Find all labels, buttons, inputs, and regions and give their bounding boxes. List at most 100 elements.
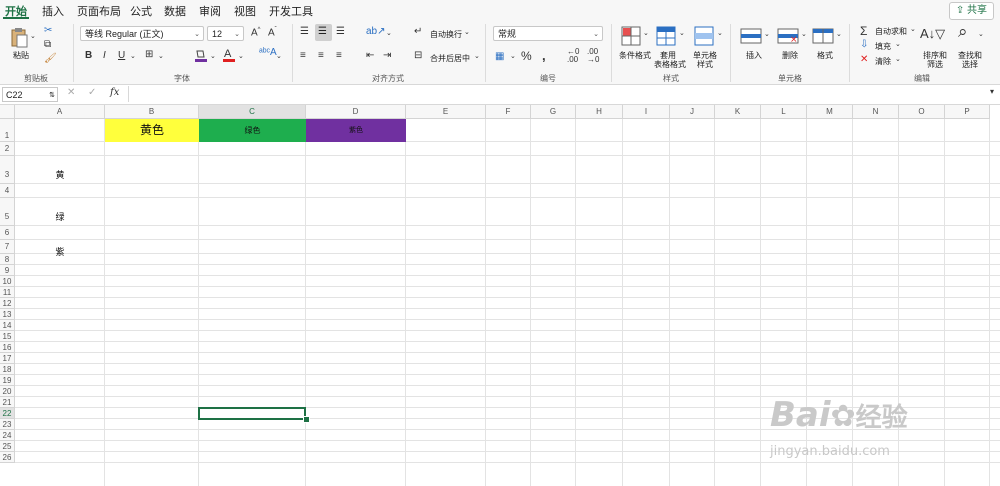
delete-cells-icon[interactable]: × [777, 28, 799, 45]
italic-icon[interactable]: I [103, 50, 106, 61]
tab-developer[interactable]: 开发工具 [269, 3, 313, 19]
cell-styles-label-1[interactable]: 单元格 [693, 51, 717, 60]
selected-cell-outline[interactable] [198, 407, 306, 420]
chevron-down-icon[interactable]: ⌄ [717, 29, 723, 37]
paste-dropdown-icon[interactable]: ⌄ [30, 32, 36, 40]
chevron-down-icon[interactable]: ⌄ [978, 30, 984, 38]
decrease-decimal-icon[interactable]: .00 →0 [587, 48, 599, 64]
border-icon[interactable]: ⊞ [145, 49, 153, 60]
column-header-j[interactable]: J [670, 105, 715, 119]
column-header-e[interactable]: E [406, 105, 486, 119]
column-header-b[interactable]: B [105, 105, 199, 119]
chevron-down-icon[interactable]: ⌄ [130, 52, 136, 60]
wrap-text-label[interactable]: 自动换行 [430, 30, 462, 39]
cell-styles-label-2[interactable]: 样式 [697, 60, 713, 69]
insert-cells-icon[interactable] [740, 28, 762, 44]
cell-a7[interactable]: 紫 [15, 240, 105, 257]
sort-filter-label-2[interactable]: 筛选 [927, 60, 943, 69]
column-header-h[interactable]: H [576, 105, 623, 119]
function-icon[interactable]: fx [110, 87, 119, 98]
chevron-down-icon[interactable]: ⌄ [836, 30, 842, 38]
chevron-down-icon[interactable]: ⌄ [386, 29, 392, 37]
row-header-21[interactable]: 21 [0, 397, 15, 408]
row-header-11[interactable]: 11 [0, 287, 15, 298]
column-header-f[interactable]: F [486, 105, 531, 119]
autosum-label[interactable]: 自动求和 [875, 27, 907, 36]
increase-decimal-icon[interactable]: ←0.00 [567, 48, 579, 64]
chevron-down-icon[interactable]: ⌄ [679, 29, 685, 37]
row-header-1[interactable]: 1 [0, 119, 15, 142]
fill-color-icon[interactable] [194, 48, 208, 63]
chevron-down-icon[interactable]: ⌄ [510, 52, 516, 60]
chevron-down-icon[interactable]: ⌄ [895, 40, 901, 48]
row-header-15[interactable]: 15 [0, 331, 15, 342]
tab-page-layout[interactable]: 页面布局 [77, 3, 121, 19]
row-header-6[interactable]: 6 [0, 226, 15, 240]
tab-data[interactable]: 数据 [164, 3, 186, 19]
column-header-a[interactable]: A [15, 105, 105, 119]
clear-icon[interactable]: ✕ [860, 54, 868, 65]
cell-b1[interactable]: 黄色 [105, 119, 199, 142]
chevron-down-icon[interactable]: ⌄ [895, 55, 901, 63]
increase-indent-icon[interactable]: ⇥ [383, 50, 391, 61]
underline-icon[interactable]: U [118, 50, 125, 61]
expand-formula-icon[interactable]: ▾ [990, 87, 994, 96]
row-header-14[interactable]: 14 [0, 320, 15, 331]
align-top-icon[interactable]: ☰ [300, 26, 309, 37]
chevron-down-icon[interactable]: ⌄ [764, 30, 770, 38]
wrap-text-icon[interactable]: ↵ [414, 26, 422, 37]
sort-filter-icon[interactable]: A↓▽ [920, 26, 945, 42]
column-header-d[interactable]: D [306, 105, 406, 119]
row-header-25[interactable]: 25 [0, 441, 15, 452]
row-header-22[interactable]: 22 [0, 408, 15, 419]
format-as-table-icon[interactable] [656, 26, 676, 46]
row-header-23[interactable]: 23 [0, 419, 15, 430]
align-center-icon[interactable]: ≡ [318, 50, 324, 61]
chevron-down-icon[interactable]: ⌄ [464, 28, 470, 36]
copy-icon[interactable]: ⧉ [44, 39, 51, 50]
tab-insert[interactable]: 插入 [42, 3, 64, 19]
row-header-24[interactable]: 24 [0, 430, 15, 441]
row-header-2[interactable]: 2 [0, 142, 15, 156]
chevron-down-icon[interactable]: ⌄ [643, 29, 649, 37]
clear-label[interactable]: 清除 [875, 57, 891, 66]
insert-cells-label[interactable]: 插入 [746, 51, 762, 60]
format-as-table-label-2[interactable]: 表格格式 [654, 60, 686, 69]
row-header-19[interactable]: 19 [0, 375, 15, 386]
column-header-n[interactable]: N [853, 105, 899, 119]
column-header-g[interactable]: G [531, 105, 576, 119]
phonetic-icon[interactable]: ᵃᵇᶜA [259, 47, 277, 58]
find-select-icon[interactable]: ⌕ [958, 22, 968, 42]
row-header-7[interactable]: 7 [0, 240, 15, 254]
bold-icon[interactable]: B [85, 50, 92, 61]
number-format-select[interactable]: 常规 ⌄ [493, 26, 603, 41]
cell-d1[interactable]: 紫色 [306, 119, 406, 142]
merge-center-label[interactable]: 合并后居中 [430, 54, 470, 63]
fill-label[interactable]: 填充 [875, 42, 891, 51]
row-header-3[interactable]: 3 [0, 156, 15, 184]
chevron-down-icon[interactable]: ⌄ [276, 52, 282, 60]
row-header-17[interactable]: 17 [0, 353, 15, 364]
row-header-5[interactable]: 5 [0, 198, 15, 226]
chevron-down-icon[interactable]: ⌄ [801, 30, 807, 38]
font-size-select[interactable]: 12 ⌄ [207, 26, 244, 41]
decrease-indent-icon[interactable]: ⇤ [366, 50, 374, 61]
name-box[interactable]: C22 ⇅ [2, 87, 58, 102]
row-header-4[interactable]: 4 [0, 184, 15, 198]
row-header-20[interactable]: 20 [0, 386, 15, 397]
decrease-font-icon[interactable]: Aˇ [268, 27, 277, 38]
autosum-icon[interactable]: Σ [860, 24, 867, 38]
increase-font-icon[interactable]: A^ [251, 27, 261, 38]
align-bottom-icon[interactable]: ☰ [336, 26, 345, 37]
align-left-icon[interactable]: ≡ [300, 50, 306, 61]
cell-a3[interactable]: 黄 [15, 156, 105, 184]
find-select-label-2[interactable]: 选择 [962, 60, 978, 69]
font-color-icon[interactable]: A [223, 47, 235, 63]
format-cells-icon[interactable] [812, 28, 834, 44]
merge-center-icon[interactable]: ⊟ [414, 50, 422, 61]
row-header-18[interactable]: 18 [0, 364, 15, 375]
comma-style-icon[interactable]: , [542, 48, 546, 63]
chevron-down-icon[interactable]: ⌄ [210, 52, 216, 60]
font-name-select[interactable]: 等线 Regular (正文) ⌄ [80, 26, 204, 41]
cell-c1[interactable]: 绿色 [199, 119, 306, 142]
